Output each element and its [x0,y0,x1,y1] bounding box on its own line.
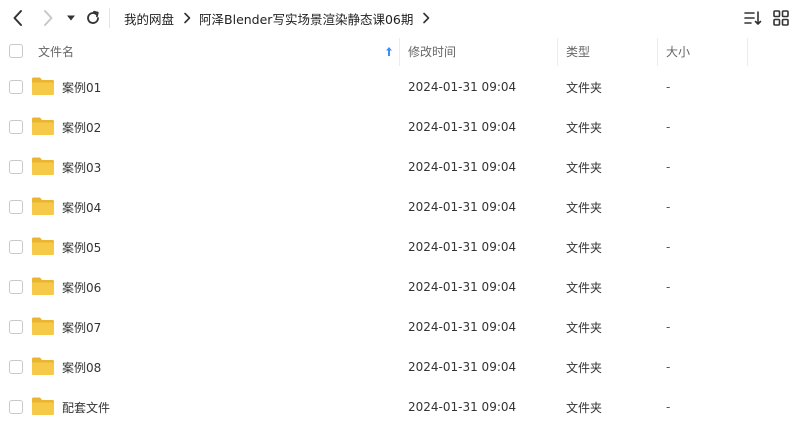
file-name[interactable]: 配套文件 [62,387,110,427]
file-name[interactable]: 案例03 [62,147,101,187]
row-checkbox[interactable] [9,280,23,294]
file-size: - [666,320,671,334]
breadcrumb-separator-icon [183,12,191,24]
file-modified: 2024-01-31 09:04 [408,280,517,294]
file-type: 文件夹 [566,360,603,375]
file-modified: 2024-01-31 09:04 [408,320,517,334]
file-modified: 2024-01-31 09:04 [408,120,517,134]
sort-list-icon [744,11,762,25]
table-row[interactable]: 案例01 2024-01-31 09:04 文件夹 - [0,67,797,107]
file-type: 文件夹 [566,200,603,215]
folder-icon [32,317,54,335]
refresh-icon [87,10,99,24]
row-checkbox[interactable] [9,120,23,134]
caret-down-icon [67,15,75,21]
breadcrumb-separator-icon [422,12,430,24]
file-size: - [666,120,671,134]
table-row[interactable]: 案例06 2024-01-31 09:04 文件夹 - [0,267,797,307]
file-name[interactable]: 案例05 [62,227,101,267]
chevron-left-icon [13,10,22,26]
sort-up-arrow-icon [385,46,393,60]
file-size: - [666,400,671,414]
toolbar: 我的网盘 阿泽Blender写实场景渲染静态课06期 [0,0,797,36]
file-name[interactable]: 案例04 [62,187,101,227]
refresh-button[interactable] [83,7,103,29]
folder-icon [32,197,54,215]
file-name[interactable]: 案例06 [62,267,101,307]
header-type-label: 类型 [566,45,591,59]
folder-icon [32,117,54,135]
folder-icon [32,237,54,255]
file-type: 文件夹 [566,80,603,95]
file-modified: 2024-01-31 09:04 [408,240,517,254]
file-modified: 2024-01-31 09:04 [408,80,517,94]
grid-view-icon [773,10,789,26]
header-name[interactable]: 文件名 [38,36,398,67]
file-name[interactable]: 案例07 [62,307,101,347]
header-divider[interactable] [747,38,748,66]
file-type: 文件夹 [566,280,603,295]
header-modified-label: 修改时间 [408,45,457,59]
back-button[interactable] [8,7,28,29]
header-type[interactable]: 类型 [566,36,590,67]
file-size: - [666,80,671,94]
file-size: - [666,280,671,294]
file-type: 文件夹 [566,120,603,135]
row-checkbox[interactable] [9,400,23,414]
folder-icon [32,77,54,95]
grid-view-button[interactable] [772,8,790,28]
header-modified[interactable]: 修改时间 [408,36,456,67]
header-divider[interactable] [657,38,658,66]
file-name[interactable]: 案例02 [62,107,101,147]
breadcrumb-root[interactable]: 我的网盘 [124,9,174,28]
row-checkbox[interactable] [9,360,23,374]
table-row[interactable]: 案例07 2024-01-31 09:04 文件夹 - [0,307,797,347]
folder-icon [32,397,54,415]
folder-icon [32,157,54,175]
file-modified: 2024-01-31 09:04 [408,160,517,174]
file-size: - [666,240,671,254]
file-name[interactable]: 案例01 [62,67,101,107]
file-modified: 2024-01-31 09:04 [408,200,517,214]
header-name-label: 文件名 [38,45,75,59]
file-type: 文件夹 [566,240,603,255]
file-type: 文件夹 [566,320,603,335]
chevron-right-icon [44,10,53,26]
file-type: 文件夹 [566,160,603,175]
file-name[interactable]: 案例08 [62,347,101,387]
row-checkbox[interactable] [9,320,23,334]
file-modified: 2024-01-31 09:04 [408,400,517,414]
file-size: - [666,360,671,374]
table-row[interactable]: 配套文件 2024-01-31 09:04 文件夹 - [0,387,797,427]
column-header: 文件名 修改时间 类型 大小 [0,36,797,67]
header-size-label: 大小 [666,45,691,59]
table-row[interactable]: 案例04 2024-01-31 09:04 文件夹 - [0,187,797,227]
file-type: 文件夹 [566,400,603,415]
header-divider[interactable] [399,38,400,66]
row-checkbox[interactable] [9,200,23,214]
sort-button[interactable] [743,8,763,28]
row-checkbox[interactable] [9,80,23,94]
select-all-checkbox[interactable] [9,44,23,58]
row-checkbox[interactable] [9,240,23,254]
history-dropdown-button[interactable] [63,7,79,29]
row-checkbox[interactable] [9,160,23,174]
table-row[interactable]: 案例08 2024-01-31 09:04 文件夹 - [0,347,797,387]
header-divider[interactable] [557,38,558,66]
folder-icon [32,277,54,295]
forward-button[interactable] [38,7,58,29]
file-modified: 2024-01-31 09:04 [408,360,517,374]
table-row[interactable]: 案例05 2024-01-31 09:04 文件夹 - [0,227,797,267]
breadcrumb: 我的网盘 阿泽Blender写实场景渲染静态课06期 [124,0,438,36]
toolbar-divider [109,8,110,28]
folder-icon [32,357,54,375]
breadcrumb-current[interactable]: 阿泽Blender写实场景渲染静态课06期 [199,9,413,28]
file-size: - [666,160,671,174]
file-size: - [666,200,671,214]
table-row[interactable]: 案例03 2024-01-31 09:04 文件夹 - [0,147,797,187]
table-row[interactable]: 案例02 2024-01-31 09:04 文件夹 - [0,107,797,147]
header-size[interactable]: 大小 [666,36,690,67]
